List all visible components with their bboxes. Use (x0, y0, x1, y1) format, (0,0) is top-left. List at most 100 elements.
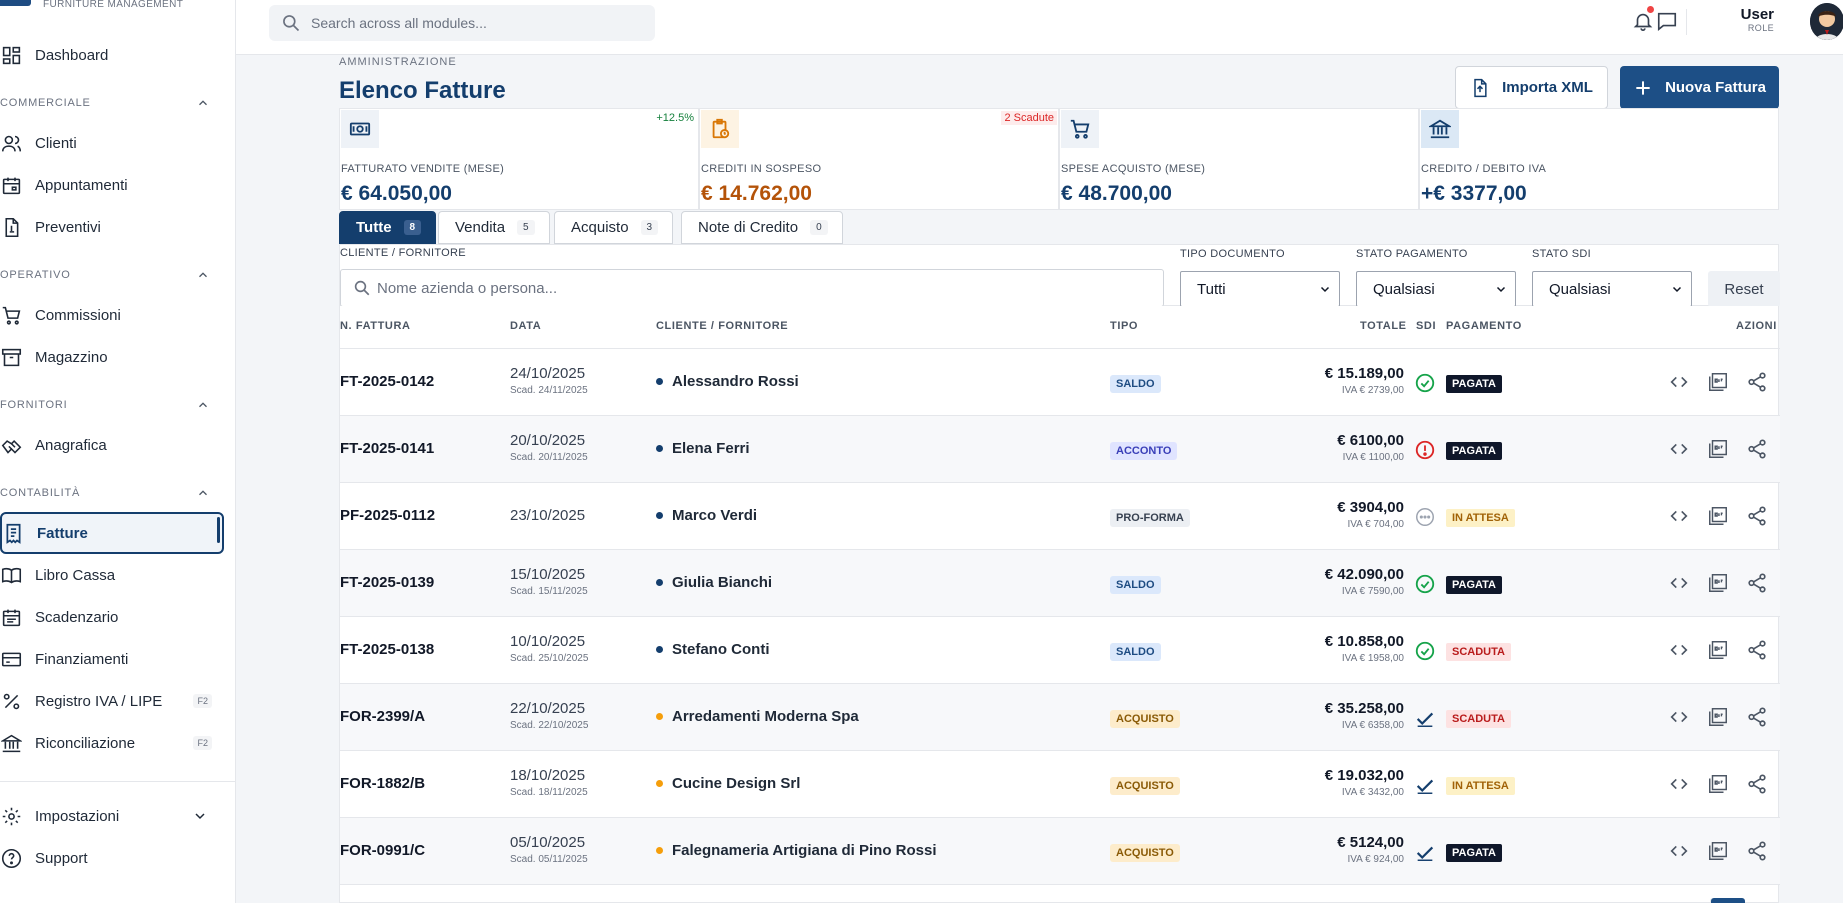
pdf-icon (1709, 574, 1727, 592)
invoice-number[interactable]: PF-2025-0112 (340, 507, 435, 524)
global-search[interactable] (269, 5, 655, 41)
doc-type-value: Tutti (1197, 280, 1226, 298)
tab-tutte[interactable]: Tutte 8 (339, 211, 437, 244)
sidebar-item-scadenzario[interactable]: Scadenzario (0, 600, 236, 634)
search-input[interactable] (311, 15, 631, 31)
invoice-client[interactable]: Alessandro Rossi (656, 373, 799, 390)
sidebar-item-support[interactable]: Support (0, 841, 236, 875)
group-commerciale[interactable]: COMMERCIALE (0, 96, 210, 110)
tab-vendita[interactable]: Vendita 5 (438, 211, 550, 244)
sidebar-item-libro-cassa[interactable]: Libro Cassa (0, 558, 236, 592)
avatar[interactable] (1810, 3, 1843, 40)
sidebar-item-magazzino[interactable]: Magazzino (0, 340, 236, 374)
invoice-number[interactable]: FT-2025-0139 (340, 574, 434, 591)
invoice-client[interactable]: Stefano Conti (656, 641, 770, 658)
invoice-client[interactable]: Arredamenti Moderna Spa (656, 708, 859, 725)
doc-type-select[interactable]: Tutti (1180, 271, 1340, 307)
invoice-number[interactable]: FT-2025-0138 (340, 641, 434, 658)
invoice-number[interactable]: FT-2025-0142 (340, 373, 434, 390)
view-xml-button[interactable] (1668, 706, 1690, 728)
group-fornitori[interactable]: FORNITORI (0, 398, 210, 412)
sidebar-item-commissioni[interactable]: Commissioni (0, 298, 236, 332)
table-row[interactable]: PF-2025-0112 23/10/2025 Marco Verdi PRO-FOR… (340, 483, 1780, 550)
chevron-up-icon (199, 402, 207, 408)
download-pdf-button[interactable] (1707, 639, 1729, 661)
col-header-number[interactable]: N. FATTURA (340, 320, 411, 332)
sidebar-item-impostazioni[interactable]: Impostazioni (0, 799, 236, 833)
share-button[interactable] (1746, 840, 1768, 862)
invoice-client[interactable]: Cucine Design Srl (656, 775, 800, 792)
invoice-number[interactable]: FT-2025-0141 (340, 440, 434, 457)
sidebar-item-anagrafica[interactable]: Anagrafica (0, 428, 236, 462)
table-row[interactable]: FT-2025-0138 10/10/2025 Scad. 25/10/2025 St… (340, 617, 1780, 684)
view-xml-button[interactable] (1668, 639, 1690, 661)
sidebar-item-fatture[interactable]: Fatture (0, 512, 224, 554)
download-pdf-button[interactable] (1707, 706, 1729, 728)
sidebar-item-finanziamenti[interactable]: Finanziamenti (0, 642, 236, 676)
pdf-icon (1709, 775, 1727, 793)
sidebar-item-dashboard[interactable]: Dashboard (0, 38, 236, 72)
invoice-number[interactable]: FOR-2399/A (340, 708, 425, 725)
share-button[interactable] (1746, 505, 1768, 527)
payment-state-select[interactable]: Qualsiasi (1356, 271, 1516, 307)
col-header-type[interactable]: TIPO (1110, 320, 1138, 332)
user-menu[interactable]: User ROLE (1736, 6, 1774, 33)
pagination-current[interactable] (1711, 898, 1745, 903)
group-contabilita[interactable]: CONTABILITÀ (0, 486, 210, 500)
col-header-client[interactable]: CLIENTE / FORNITORE (656, 320, 788, 332)
col-header-total[interactable]: TOTALE (1360, 320, 1407, 332)
sidebar-item-preventivi[interactable]: Preventivi (0, 210, 236, 244)
download-pdf-button[interactable] (1707, 773, 1729, 795)
import-xml-button[interactable]: Importa XML (1455, 66, 1608, 109)
col-header-payment[interactable]: PAGAMENTO (1446, 320, 1522, 332)
download-pdf-button[interactable] (1707, 371, 1729, 393)
table-row[interactable]: FT-2025-0139 15/10/2025 Scad. 15/11/2025 Gi… (340, 550, 1780, 617)
view-xml-button[interactable] (1668, 840, 1690, 862)
share-button[interactable] (1746, 639, 1768, 661)
table-row[interactable]: FT-2025-0141 20/10/2025 Scad. 20/11/2025 El… (340, 416, 1780, 483)
invoice-number[interactable]: FOR-0991/C (340, 842, 425, 859)
download-pdf-button[interactable] (1707, 840, 1729, 862)
page-title: Elenco Fatture (339, 77, 506, 104)
invoice-client[interactable]: Elena Ferri (656, 440, 750, 457)
table-row[interactable]: FOR-0991/C 05/10/2025 Scad. 05/11/2025 Fale… (340, 818, 1780, 885)
client-filter-field[interactable] (340, 269, 1164, 307)
col-header-date[interactable]: DATA (510, 320, 541, 332)
sidebar-item-riconciliazione[interactable]: Riconciliazione F2 (0, 726, 236, 760)
view-xml-button[interactable] (1668, 505, 1690, 527)
group-operativo[interactable]: OPERATIVO (0, 268, 210, 282)
sidebar-item-clienti[interactable]: Clienti (0, 126, 236, 160)
view-xml-button[interactable] (1668, 572, 1690, 594)
invoice-number[interactable]: FOR-1882/B (340, 775, 425, 792)
download-pdf-button[interactable] (1707, 438, 1729, 460)
messages-button[interactable] (1654, 8, 1680, 34)
share-button[interactable] (1746, 773, 1768, 795)
col-header-sdi[interactable]: SDI (1416, 320, 1436, 332)
sidebar-item-registro-iva[interactable]: Registro IVA / LIPE F2 (0, 684, 236, 718)
notifications-button[interactable] (1630, 6, 1656, 34)
invoice-client[interactable]: Giulia Bianchi (656, 574, 772, 591)
download-pdf-button[interactable] (1707, 505, 1729, 527)
download-pdf-button[interactable] (1707, 572, 1729, 594)
view-xml-button[interactable] (1668, 371, 1690, 393)
new-invoice-button[interactable]: Nuova Fattura (1620, 66, 1779, 109)
share-button[interactable] (1746, 438, 1768, 460)
share-button[interactable] (1746, 572, 1768, 594)
invoice-client[interactable]: Marco Verdi (656, 507, 757, 524)
view-xml-button[interactable] (1668, 438, 1690, 460)
avatar-image (1810, 3, 1843, 40)
client-filter-input[interactable] (377, 279, 1137, 297)
table-row[interactable]: FT-2025-0142 24/10/2025 Scad. 24/11/2025 Al… (340, 349, 1780, 416)
tab-note-di-credito[interactable]: Note di Credito 0 (681, 211, 843, 244)
view-xml-button[interactable] (1668, 773, 1690, 795)
table-row[interactable]: FOR-2399/A 22/10/2025 Scad. 22/10/2025 Arre… (340, 684, 1780, 751)
sdi-state-select[interactable]: Qualsiasi (1532, 271, 1692, 307)
share-button[interactable] (1746, 371, 1768, 393)
tab-acquisto[interactable]: Acquisto 3 (554, 211, 674, 244)
share-button[interactable] (1746, 706, 1768, 728)
table-row[interactable]: FOR-1882/B 18/10/2025 Scad. 18/11/2025 Cuci… (340, 751, 1780, 818)
sidebar-item-appuntamenti[interactable]: Appuntamenti (0, 168, 236, 202)
invoices-table: N. FATTURA DATA CLIENTE / FORNITORE TIPO… (339, 306, 1780, 903)
invoice-client[interactable]: Falegnameria Artigiana di Pino Rossi (656, 842, 937, 859)
reset-filters-button[interactable]: Reset (1708, 271, 1780, 307)
